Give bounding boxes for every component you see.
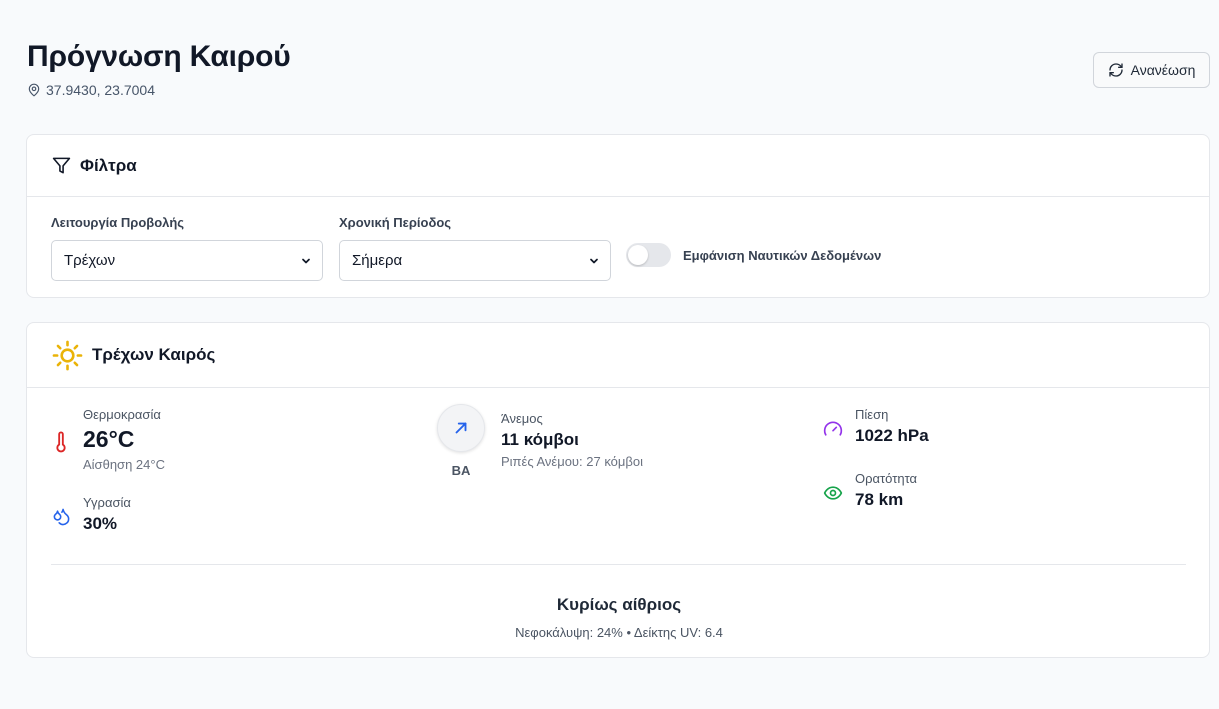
map-pin-icon [28, 83, 40, 97]
gauge-icon [823, 421, 843, 436]
nautical-toggle-label: Εμφάνιση Ναυτικών Δεδομένων [683, 247, 882, 263]
droplets-icon [53, 508, 70, 526]
pressure-label: Πίεση [855, 407, 889, 422]
pressure-metric: Πίεση 1022 hPa [855, 407, 929, 446]
chevron-down-icon [302, 258, 310, 263]
view-mode-select[interactable]: Τρέχων [51, 240, 323, 281]
wind-speed: 11 κόμβοι [501, 430, 579, 449]
wind-gusts: Ριπές Ανέμου: 27 κόμβοι [501, 454, 643, 469]
location-coordinates: 37.9430, 23.7004 [27, 82, 155, 98]
chevron-down-icon [590, 258, 598, 263]
humidity-label: Υγρασία [83, 495, 131, 510]
humidity-metric: Υγρασία 30% [83, 495, 131, 534]
refresh-button[interactable]: Ανανέωση [1093, 52, 1210, 88]
view-mode-selected: Τρέχων [64, 252, 116, 269]
temperature-value: 26°C [83, 426, 135, 452]
view-mode-label: Λειτουργία Προβολής [51, 215, 185, 230]
sun-icon [52, 340, 83, 370]
wind-direction: ΒΑ [451, 463, 471, 478]
filters-header: Φίλτρα [27, 135, 1209, 197]
current-weather-title: Τρέχων Καιρός [92, 345, 216, 364]
period-field: Χρονική Περίοδος Σήμερα [339, 215, 611, 281]
period-selected: Σήμερα [352, 252, 403, 269]
nautical-toggle-row: Εμφάνιση Ναυτικών Δεδομένων [626, 243, 881, 267]
weather-summary: Κυρίως αίθριος [556, 595, 682, 614]
temperature-metric: Θερμοκρασία 26°C Αίσθηση 24°C [83, 407, 165, 472]
temperature-label: Θερμοκρασία [83, 407, 161, 422]
filter-icon [52, 157, 71, 174]
page-title: Πρόγνωση Καιρού [27, 40, 291, 73]
refresh-icon [1108, 63, 1123, 77]
wind-metric: Άνεμος 11 κόμβοι Ριπές Ανέμου: 27 κόμβοι [501, 411, 643, 469]
current-weather-header: Τρέχων Καιρός [27, 323, 1209, 388]
period-select[interactable]: Σήμερα [339, 240, 611, 281]
view-mode-field: Λειτουργία Προβολής Τρέχων [51, 215, 323, 281]
wind-label: Άνεμος [501, 411, 543, 426]
pressure-value: 1022 hPa [855, 426, 929, 445]
wind-arrow-icon [455, 422, 467, 434]
period-label: Χρονική Περίοδος [339, 215, 452, 230]
filters-card: Φίλτρα Λειτουργία Προβολής Τρέχων Χρονικ… [26, 134, 1210, 298]
wind-compass [437, 404, 485, 452]
coordinates-text: 37.9430, 23.7004 [46, 82, 155, 98]
refresh-label: Ανανέωση [1130, 62, 1196, 78]
feels-like-text: Αίσθηση 24°C [83, 457, 165, 472]
thermometer-icon [56, 431, 66, 453]
visibility-metric: Ορατότητα 78 km [855, 471, 917, 510]
eye-icon [823, 486, 843, 500]
visibility-value: 78 km [855, 490, 904, 509]
visibility-label: Ορατότητα [855, 471, 918, 486]
weather-details: Νεφοκάλυψη: 24% • Δείκτης UV: 6.4 [515, 625, 723, 640]
nautical-data-toggle[interactable] [626, 243, 671, 267]
humidity-value: 30% [83, 514, 118, 533]
toggle-knob [628, 245, 648, 265]
summary-divider [51, 564, 1186, 565]
current-weather-card: Τρέχων Καιρός Θερμοκρασία 26°C Αίσθηση 2… [26, 322, 1210, 658]
filters-title: Φίλτρα [80, 155, 137, 175]
